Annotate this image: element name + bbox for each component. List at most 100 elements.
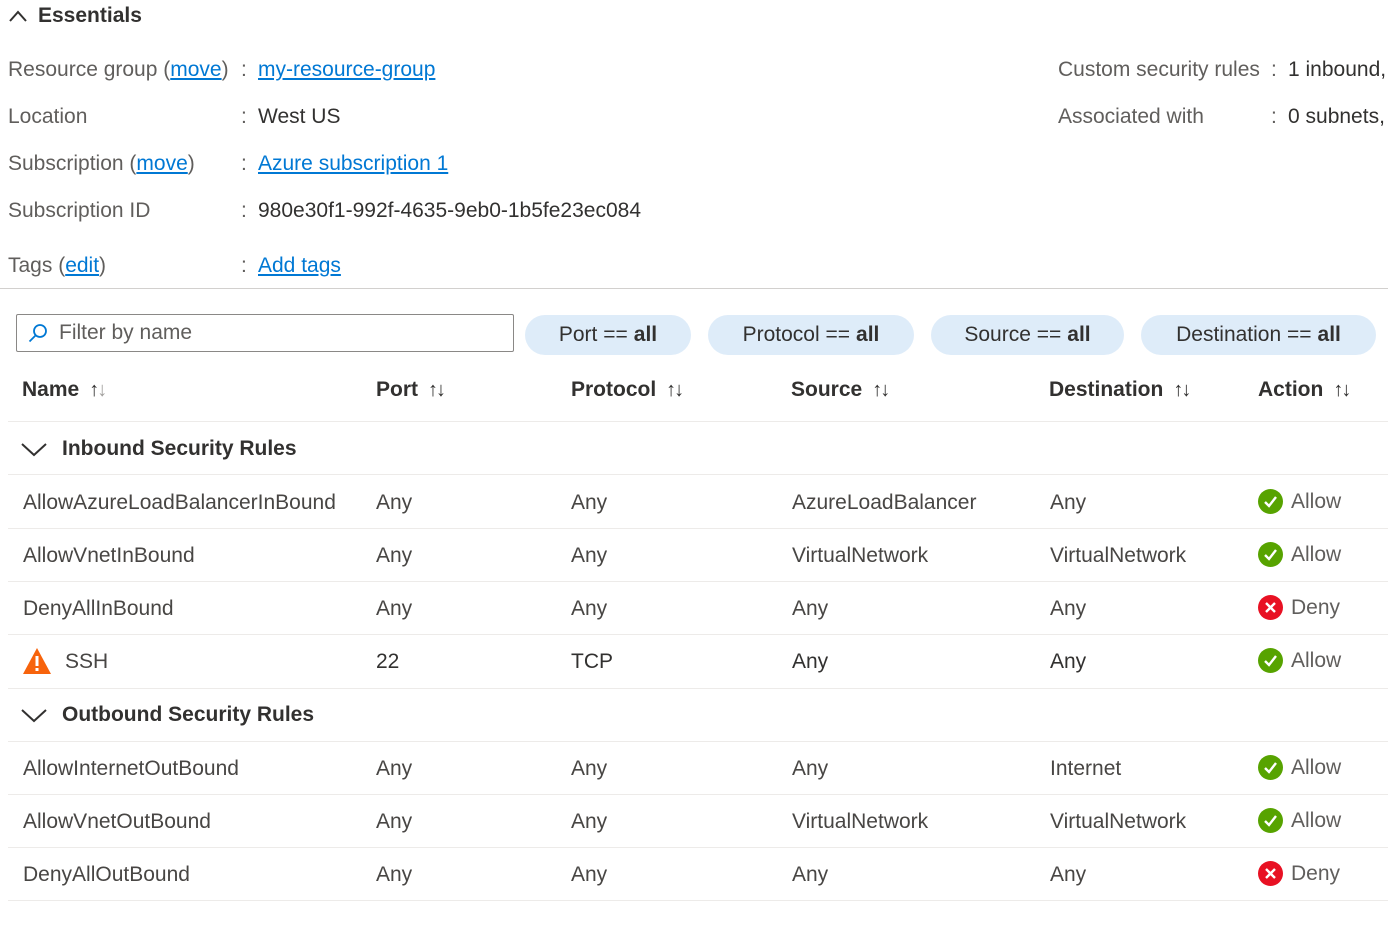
row-divider: [8, 847, 1388, 848]
sort-icon: ↑↓: [872, 378, 890, 401]
rule-destination: Any: [1050, 650, 1087, 673]
inbound-group-title: Inbound Security Rules: [62, 437, 297, 460]
rule-destination: VirtualNetwork: [1050, 544, 1187, 567]
rule-name: AllowInternetOutBound: [23, 757, 239, 780]
rule-action: Allow: [1258, 648, 1341, 673]
divider: [0, 288, 1388, 289]
rule-action: Allow: [1258, 808, 1341, 833]
rule-source: Any: [792, 597, 829, 620]
table-row[interactable]: DenyAllOutBound Any Any Any Any Deny: [8, 849, 1388, 902]
rule-protocol: Any: [571, 810, 608, 833]
outbound-group-title: Outbound Security Rules: [62, 703, 315, 726]
separator-colon: :: [1271, 105, 1277, 128]
resource-group-move-link[interactable]: move: [170, 58, 221, 81]
row-divider: [8, 634, 1388, 635]
warning-icon: [21, 646, 53, 682]
separator-colon: :: [1271, 58, 1277, 81]
separator-colon: :: [241, 152, 247, 175]
protocol-filter-pill[interactable]: Protocol == all: [708, 315, 914, 355]
check-circle-icon: [1258, 648, 1283, 673]
row-divider: [8, 421, 1388, 422]
resource-group-link[interactable]: my-resource-group: [258, 58, 435, 82]
rule-port: 22: [376, 650, 400, 673]
rule-port: Any: [376, 757, 413, 780]
rule-name: AllowVnetInBound: [23, 544, 195, 567]
rule-port: Any: [376, 863, 413, 886]
table-row[interactable]: DenyAllInBound Any Any Any Any Deny: [8, 583, 1388, 636]
table-row[interactable]: AllowAzureLoadBalancerInBound Any Any Az…: [8, 477, 1388, 530]
column-header-action[interactable]: Action ↑↓: [1258, 378, 1351, 402]
check-circle-icon: [1258, 808, 1283, 833]
search-icon: [28, 324, 47, 343]
filter-input[interactable]: [57, 320, 501, 346]
row-divider: [8, 688, 1388, 689]
rule-source: VirtualNetwork: [792, 544, 929, 567]
sort-icon: ↑↓: [1333, 378, 1351, 401]
subscription-link[interactable]: Azure subscription 1: [258, 152, 448, 176]
port-filter-pill[interactable]: Port == all: [525, 315, 691, 355]
rule-name: DenyAllOutBound: [23, 863, 190, 886]
rule-port: Any: [376, 491, 413, 514]
rule-action: Deny: [1258, 595, 1340, 620]
rule-name: AllowVnetOutBound: [23, 810, 211, 833]
column-header-name[interactable]: Name ↑↓: [22, 378, 107, 402]
filter-box[interactable]: [16, 314, 514, 352]
rule-action: Allow: [1258, 755, 1341, 780]
rule-name: AllowAzureLoadBalancerInBound: [23, 491, 336, 514]
table-row[interactable]: AllowVnetInBound Any Any VirtualNetwork …: [8, 530, 1388, 583]
tags-edit-link[interactable]: edit: [65, 254, 99, 277]
table-row[interactable]: SSH 22 TCP Any Any Allow: [8, 636, 1388, 689]
rule-protocol: Any: [571, 544, 608, 567]
destination-filter-pill[interactable]: Destination == all: [1141, 315, 1376, 355]
chevron-up-icon: [9, 10, 27, 22]
rule-destination: Any: [1050, 491, 1087, 514]
column-header-port[interactable]: Port ↑↓: [376, 378, 446, 402]
essentials-toggle[interactable]: Essentials: [8, 4, 142, 28]
check-circle-icon: [1258, 755, 1283, 780]
table-row[interactable]: AllowVnetOutBound Any Any VirtualNetwork…: [8, 796, 1388, 849]
table-row[interactable]: AllowInternetOutBound Any Any Any Intern…: [8, 743, 1388, 796]
rule-protocol: Any: [571, 757, 608, 780]
rule-port: Any: [376, 810, 413, 833]
subscription-id-value: 980e30f1-992f-4635-9eb0-1b5fe23ec084: [258, 199, 641, 222]
rule-destination: Any: [1050, 597, 1087, 620]
rule-destination: VirtualNetwork: [1050, 810, 1187, 833]
subscription-move-link[interactable]: move: [136, 152, 187, 175]
essentials-title: Essentials: [38, 4, 142, 27]
row-divider: [8, 794, 1388, 795]
custom-rules-value: 1 inbound,: [1288, 58, 1387, 81]
resource-group-label: Resource group (move): [8, 58, 229, 81]
row-divider: [8, 528, 1388, 529]
tags-label: Tags (edit): [8, 254, 107, 277]
row-divider: [8, 900, 1388, 901]
subscription-label: Subscription (move): [8, 152, 195, 175]
row-divider: [8, 741, 1388, 742]
sort-icon: ↑↓: [666, 378, 684, 401]
rule-source: Any: [792, 650, 829, 673]
sort-icon: ↑↓: [428, 378, 446, 401]
sort-icon: ↑↓: [89, 378, 107, 401]
chevron-down-icon: [21, 443, 47, 457]
rule-protocol: Any: [571, 863, 608, 886]
rule-name-link[interactable]: SSH: [65, 650, 108, 674]
outbound-group-toggle[interactable]: Outbound Security Rules: [20, 703, 314, 727]
custom-rules-label: Custom security rules: [1058, 58, 1260, 81]
location-value: West US: [258, 105, 341, 128]
check-circle-icon: [1258, 489, 1283, 514]
rule-source: Any: [792, 757, 829, 780]
column-header-source[interactable]: Source ↑↓: [791, 378, 890, 402]
rule-source: VirtualNetwork: [792, 810, 929, 833]
rule-action: Allow: [1258, 542, 1341, 567]
rule-name: DenyAllInBound: [23, 597, 174, 620]
add-tags-link[interactable]: Add tags: [258, 254, 341, 278]
column-header-destination[interactable]: Destination ↑↓: [1049, 378, 1191, 402]
inbound-group-toggle[interactable]: Inbound Security Rules: [20, 437, 297, 461]
row-divider: [8, 474, 1388, 475]
separator-colon: :: [241, 58, 247, 81]
rule-action: Allow: [1258, 489, 1341, 514]
rule-source: AzureLoadBalancer: [792, 491, 977, 514]
source-filter-pill[interactable]: Source == all: [931, 315, 1124, 355]
rule-source: Any: [792, 863, 829, 886]
rule-port: Any: [376, 544, 413, 567]
column-header-protocol[interactable]: Protocol ↑↓: [571, 378, 684, 402]
